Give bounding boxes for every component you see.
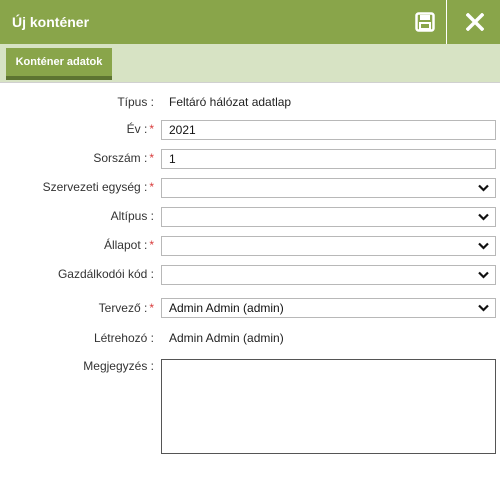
window-title: Új konténer (12, 14, 90, 30)
megjegyzes-textarea[interactable] (161, 359, 496, 454)
sorszam-label: Sorszám : * (93, 151, 154, 165)
chevron-down-icon (478, 304, 489, 312)
tipus-value: Feltáró hálózat adatlap (169, 95, 292, 109)
tipus-label: Típus : (117, 95, 154, 109)
required-mark: * (149, 122, 154, 136)
tab-kontener-adatok[interactable]: Konténer adatok (6, 48, 112, 80)
close-icon (466, 13, 484, 31)
tervezo-label: Tervező : * (98, 301, 154, 315)
chevron-down-icon (478, 242, 489, 250)
ev-input[interactable]: 2021 (161, 120, 496, 140)
altipus-label: Altípus : (110, 209, 154, 223)
chevron-down-icon (478, 184, 489, 192)
letrehozo-value: Admin Admin (admin) (169, 331, 284, 345)
tervezo-value: Admin Admin (admin) (169, 301, 284, 315)
letrehozo-label: Létrehozó : (93, 331, 154, 345)
sorszam-input[interactable]: 1 (161, 149, 496, 169)
tervezo-select[interactable]: Admin Admin (admin) (161, 298, 496, 318)
required-mark: * (149, 151, 154, 165)
allapot-select[interactable] (161, 236, 496, 256)
szervezeti-egyseg-label: Szervezeti egység : * (42, 180, 154, 194)
close-button[interactable] (454, 0, 496, 44)
gazdalkodoi-kod-label: Gazdálkodói kód : (57, 267, 154, 281)
megjegyzes-label: Megjegyzés : (83, 359, 154, 373)
titlebar-divider (446, 0, 447, 44)
save-icon (415, 12, 435, 32)
save-button[interactable] (404, 0, 446, 44)
required-mark: * (149, 180, 154, 194)
required-mark: * (149, 238, 154, 252)
required-mark: * (149, 301, 154, 315)
gazdalkodoi-kod-select[interactable] (161, 265, 496, 285)
chevron-down-icon (478, 213, 489, 221)
ev-label: Év : * (126, 122, 154, 136)
szervezeti-egyseg-select[interactable] (161, 178, 496, 198)
altipus-select[interactable] (161, 207, 496, 227)
tab-divider (0, 82, 500, 83)
chevron-down-icon (478, 271, 489, 279)
allapot-label: Állapot : * (103, 238, 154, 252)
